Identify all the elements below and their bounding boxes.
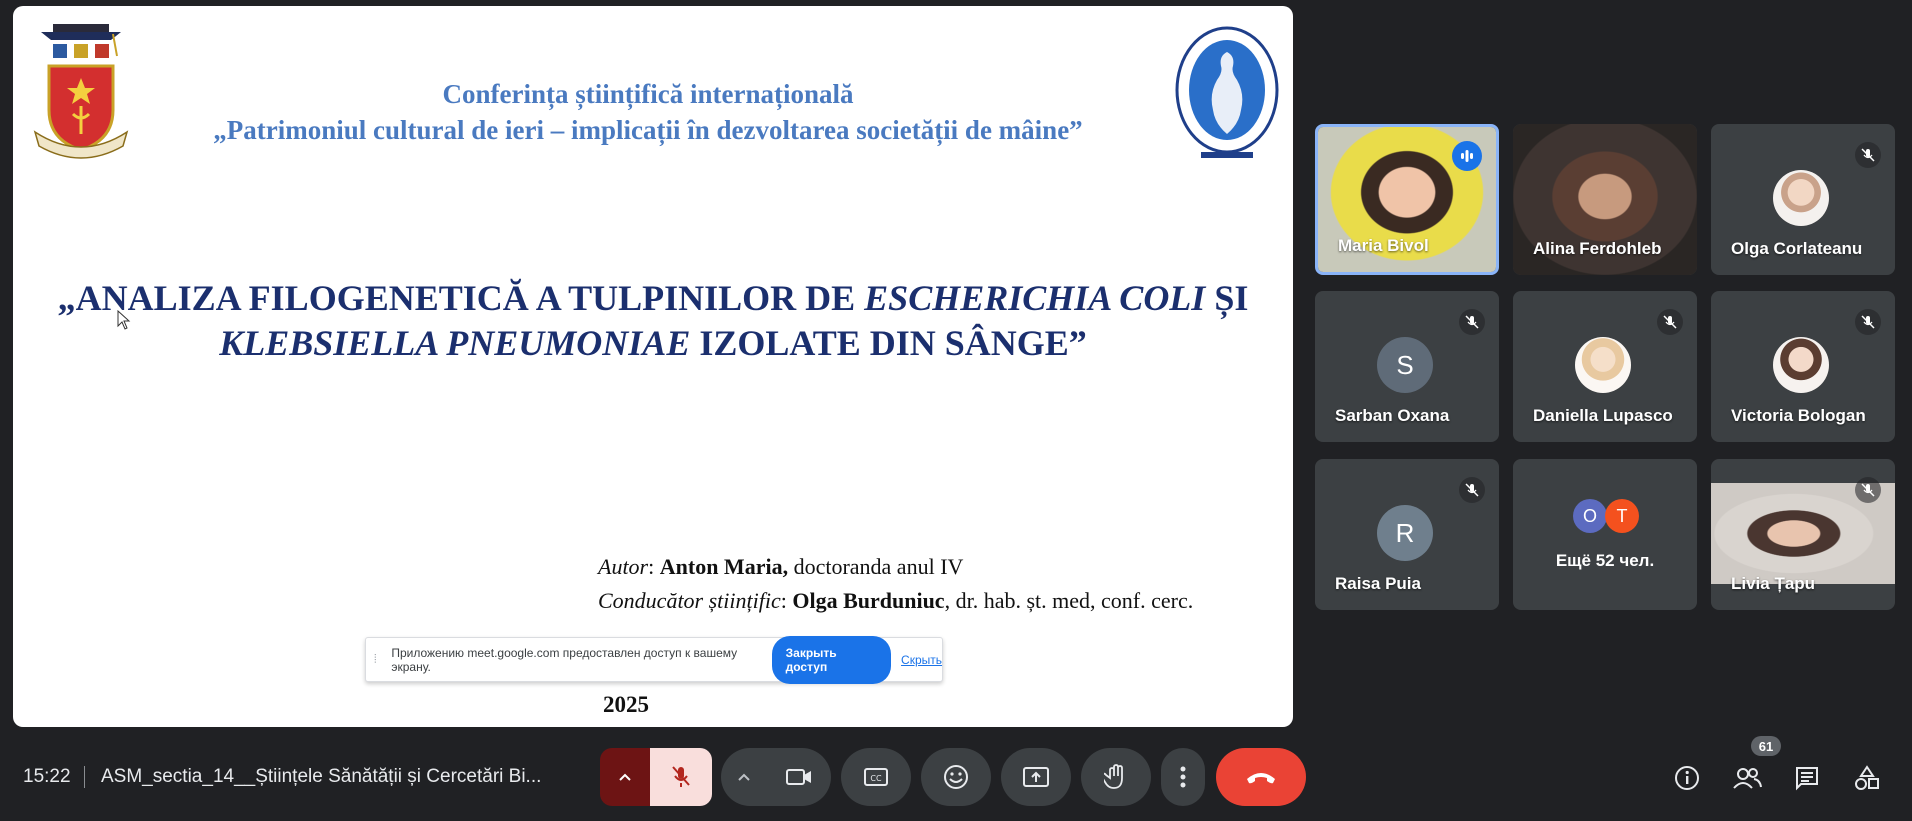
- supervisor-role: , dr. hab. șt. med, conf. cerc.: [944, 588, 1194, 613]
- title-italic-1: ESCHERICHIA COLI: [864, 278, 1206, 318]
- author-info: Autor: Anton Maria, doctoranda anul IV C…: [598, 554, 1194, 613]
- drag-handle-icon[interactable]: ⦙: [374, 652, 387, 667]
- more-participants-label: Ещё 52 чел.: [1555, 551, 1655, 570]
- mic-off-icon: [1855, 142, 1881, 168]
- share-message: Приложению meet.google.com предоставлен …: [391, 645, 738, 674]
- mic-off-icon: [1459, 309, 1485, 335]
- present-screen-button[interactable]: [1001, 748, 1071, 806]
- raise-hand-button[interactable]: [1081, 748, 1151, 806]
- captions-button[interactable]: CC: [841, 748, 911, 806]
- author-label: Autor: [598, 554, 649, 579]
- participant-name: Daniella Lupasco: [1533, 406, 1673, 425]
- participant-name: Raisa Puia: [1335, 574, 1421, 593]
- participant-name: Olga Corlateanu: [1731, 239, 1863, 258]
- participant-avatar: R: [1377, 505, 1433, 561]
- supervisor-name: Olga Burduniuc: [792, 588, 945, 613]
- meeting-title: ASM_sectia_14__Științele Sănătății și Ce…: [101, 766, 542, 787]
- author-name: Anton Maria,: [659, 554, 789, 579]
- participant-tile[interactable]: Livia Țapu: [1711, 459, 1895, 610]
- more-options-button[interactable]: [1161, 748, 1205, 806]
- conference-line-1: Conferința științifică internațională: [442, 79, 854, 109]
- participant-tile[interactable]: S Sarban Oxana: [1315, 291, 1499, 442]
- participant-name: Maria Bivol: [1338, 236, 1429, 255]
- camera-button[interactable]: [767, 748, 831, 806]
- svg-text:CC: CC: [870, 774, 882, 783]
- author-role: doctoranda anul IV: [788, 554, 964, 579]
- participant-avatar: T: [1605, 499, 1639, 533]
- meeting-info-icon[interactable]: [1671, 762, 1703, 794]
- presentation-title: „ANALIZA FILOGENETICĂ A TULPINILOR DE ES…: [53, 276, 1253, 366]
- participant-name: Livia Țapu: [1731, 574, 1816, 593]
- screen-share-notification: ⦙ Приложению meet.google.com предоставле…: [365, 635, 943, 684]
- participant-tile[interactable]: Olga Corlateanu: [1711, 124, 1895, 275]
- meeting-controls-bar: 15:22 ASM_sectia_14__Științele Sănătății…: [0, 736, 1912, 810]
- mic-off-icon: [1855, 477, 1881, 503]
- microphone-off-button[interactable]: [650, 748, 712, 806]
- participant-name: Victoria Bologan: [1731, 406, 1866, 425]
- participant-avatar: [1773, 170, 1829, 226]
- academy-seal-logo: [1175, 26, 1279, 158]
- title-italic-2: KLEBSIELLA PNEUMONIAE: [219, 323, 691, 363]
- divider: [84, 766, 85, 788]
- people-icon[interactable]: [1731, 762, 1763, 794]
- mouse-pointer-icon: [117, 310, 131, 330]
- presentation-slide: Conferința științifică internațională „P…: [13, 6, 1293, 727]
- speaking-indicator-icon: [1452, 141, 1482, 171]
- conference-line-2: „Patrimoniul cultural de ieri – implicaț…: [213, 115, 1083, 145]
- more-participants-avatars: O T: [1573, 499, 1639, 533]
- more-participants-tile[interactable]: O T Ещё 52 чел.: [1513, 459, 1697, 610]
- activities-icon[interactable]: [1851, 762, 1883, 794]
- title-part-1: „ANALIZA FILOGENETICĂ A TULPINILOR DE: [57, 278, 865, 318]
- current-time: 15:22: [23, 766, 71, 787]
- supervisor-label: Conducător științific: [598, 588, 781, 613]
- participant-tile[interactable]: Victoria Bologan: [1711, 291, 1895, 442]
- mic-off-icon: [1459, 477, 1485, 503]
- participant-tile[interactable]: Alina Ferdohleb: [1513, 124, 1697, 275]
- end-call-button[interactable]: [1216, 748, 1306, 806]
- mic-off-icon: [1657, 309, 1683, 335]
- participant-avatar: S: [1377, 337, 1433, 393]
- reactions-emoji-button[interactable]: [921, 748, 991, 806]
- video-options-chevron-up-icon[interactable]: [721, 748, 767, 806]
- title-part-2: ȘI: [1205, 278, 1249, 318]
- people-count-badge: 61: [1751, 736, 1781, 756]
- participant-avatar: [1575, 337, 1631, 393]
- camera-control: [721, 748, 831, 806]
- conference-title: Conferința științifică internațională „P…: [143, 76, 1153, 148]
- participant-name: Alina Ferdohleb: [1533, 239, 1662, 258]
- chat-icon[interactable]: [1791, 762, 1823, 794]
- stop-sharing-button[interactable]: Закрыть доступ: [771, 635, 892, 684]
- participant-name: Sarban Oxana: [1335, 406, 1450, 425]
- participant-tile[interactable]: R Raisa Puia: [1315, 459, 1499, 610]
- participant-avatar: [1773, 337, 1829, 393]
- university-crest-logo: [33, 24, 129, 159]
- participant-tile[interactable]: Maria Bivol: [1315, 124, 1499, 275]
- title-part-3: IZOLATE DIN SÂNGE”: [690, 323, 1087, 363]
- participant-tile[interactable]: Daniella Lupasco: [1513, 291, 1697, 442]
- participant-avatar: O: [1573, 499, 1607, 533]
- mic-off-icon: [1855, 309, 1881, 335]
- microphone-control: [600, 748, 712, 806]
- hide-notification-link[interactable]: Скрыть: [901, 653, 942, 667]
- presentation-year: 2025: [603, 692, 649, 717]
- audio-options-chevron-up-icon[interactable]: [600, 748, 650, 806]
